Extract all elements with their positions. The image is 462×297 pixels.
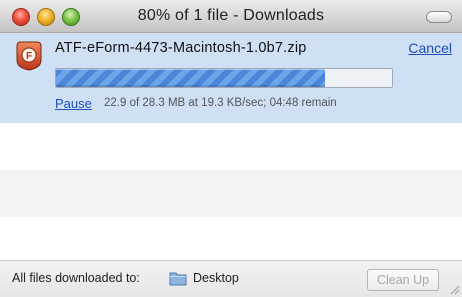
download-status: 22.9 of 28.3 MB at 19.3 KB/sec; 04:48 re… bbox=[104, 97, 337, 109]
pause-download-link[interactable]: Pause bbox=[55, 96, 92, 111]
window-title: 80% of 1 file - Downloads bbox=[137, 7, 325, 24]
zip-archive-icon: F bbox=[16, 41, 42, 71]
toolbar-toggle-button[interactable] bbox=[426, 11, 452, 23]
svg-text:F: F bbox=[26, 51, 32, 62]
bottom-bar: All files downloaded to: Desktop Clean U… bbox=[0, 260, 462, 297]
download-progress-fill bbox=[56, 69, 325, 87]
destination-label: All files downloaded to: bbox=[12, 271, 140, 285]
resize-grip-icon[interactable] bbox=[448, 283, 460, 295]
cancel-download-link[interactable]: Cancel bbox=[408, 40, 452, 56]
title-bar[interactable]: 80% of 1 file - Downloads bbox=[0, 0, 462, 33]
empty-list-row bbox=[0, 170, 462, 217]
destination-folder-name[interactable]: Desktop bbox=[193, 271, 239, 285]
download-progress-bar bbox=[55, 68, 393, 88]
clean-up-button[interactable]: Clean Up bbox=[367, 269, 439, 291]
download-file-name: ATF-eForm-4473-Macintosh-1.0b7.zip bbox=[55, 40, 307, 56]
downloads-window: 80% of 1 file - Downloads F ATF-eForm-44… bbox=[0, 0, 462, 297]
folder-icon bbox=[169, 272, 187, 286]
